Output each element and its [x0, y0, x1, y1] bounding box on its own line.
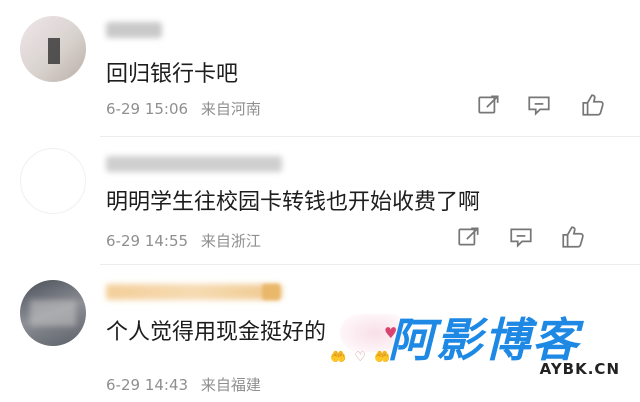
- comment-item: 明明学生往校园卡转钱也开始收费了啊 6-29 14:55 来自浙江: [0, 142, 640, 274]
- comment-text: 个人觉得用现金挺好的: [106, 320, 327, 345]
- comment-location: 来自浙江: [200, 232, 261, 250]
- share-icon: [478, 95, 499, 114]
- reply-button[interactable]: [508, 224, 538, 254]
- comment-location: 来自河南: [200, 100, 261, 118]
- comment-meta: 6-29 14:43 来自福建: [106, 374, 261, 395]
- comment-actions: [478, 92, 640, 122]
- comment-time: 14:55: [144, 232, 189, 250]
- user-badge-icon: [262, 284, 280, 300]
- comment-meta: 6-29 15:06 来自河南: [106, 98, 261, 119]
- hands-sticker-icon: 🤲 ♡ 🤲: [330, 350, 393, 365]
- username-blurred[interactable]: [106, 22, 162, 38]
- comment-time: 14:43: [144, 376, 189, 394]
- username-blurred[interactable]: [106, 156, 282, 172]
- like-button[interactable]: [580, 92, 610, 122]
- avatar[interactable]: [20, 280, 86, 346]
- reply-icon: [510, 228, 532, 248]
- like-button[interactable]: [560, 224, 590, 254]
- username-blurred[interactable]: [106, 284, 282, 300]
- watermark-domain: AYBK.CN: [539, 360, 620, 378]
- comment-date: 6-29: [106, 100, 141, 118]
- share-button[interactable]: [456, 224, 486, 254]
- comment-time: 15:06: [144, 100, 189, 118]
- comment-item: 回归银行卡吧 6-29 15:06 来自河南: [0, 0, 640, 132]
- divider: [100, 264, 640, 265]
- comment-date: 6-29: [106, 232, 141, 250]
- comment-text: 明明学生往校园卡转钱也开始收费了啊: [106, 190, 481, 215]
- comment-location: 来自福建: [200, 376, 261, 394]
- avatar[interactable]: [20, 148, 86, 214]
- reply-button[interactable]: [526, 92, 556, 122]
- comment-text: 回归银行卡吧: [106, 62, 239, 87]
- share-icon: [458, 227, 479, 246]
- divider: [100, 136, 640, 137]
- like-icon: [562, 226, 584, 248]
- share-button[interactable]: [476, 92, 506, 122]
- comment-date: 6-29: [106, 376, 141, 394]
- watermark: 阿影博客 AYBK.CN: [388, 304, 620, 384]
- comment-meta: 6-29 14:55 来自浙江: [106, 230, 261, 251]
- avatar[interactable]: [20, 16, 86, 82]
- comment-actions: [458, 224, 640, 254]
- like-icon: [582, 94, 604, 116]
- reply-icon: [528, 96, 550, 116]
